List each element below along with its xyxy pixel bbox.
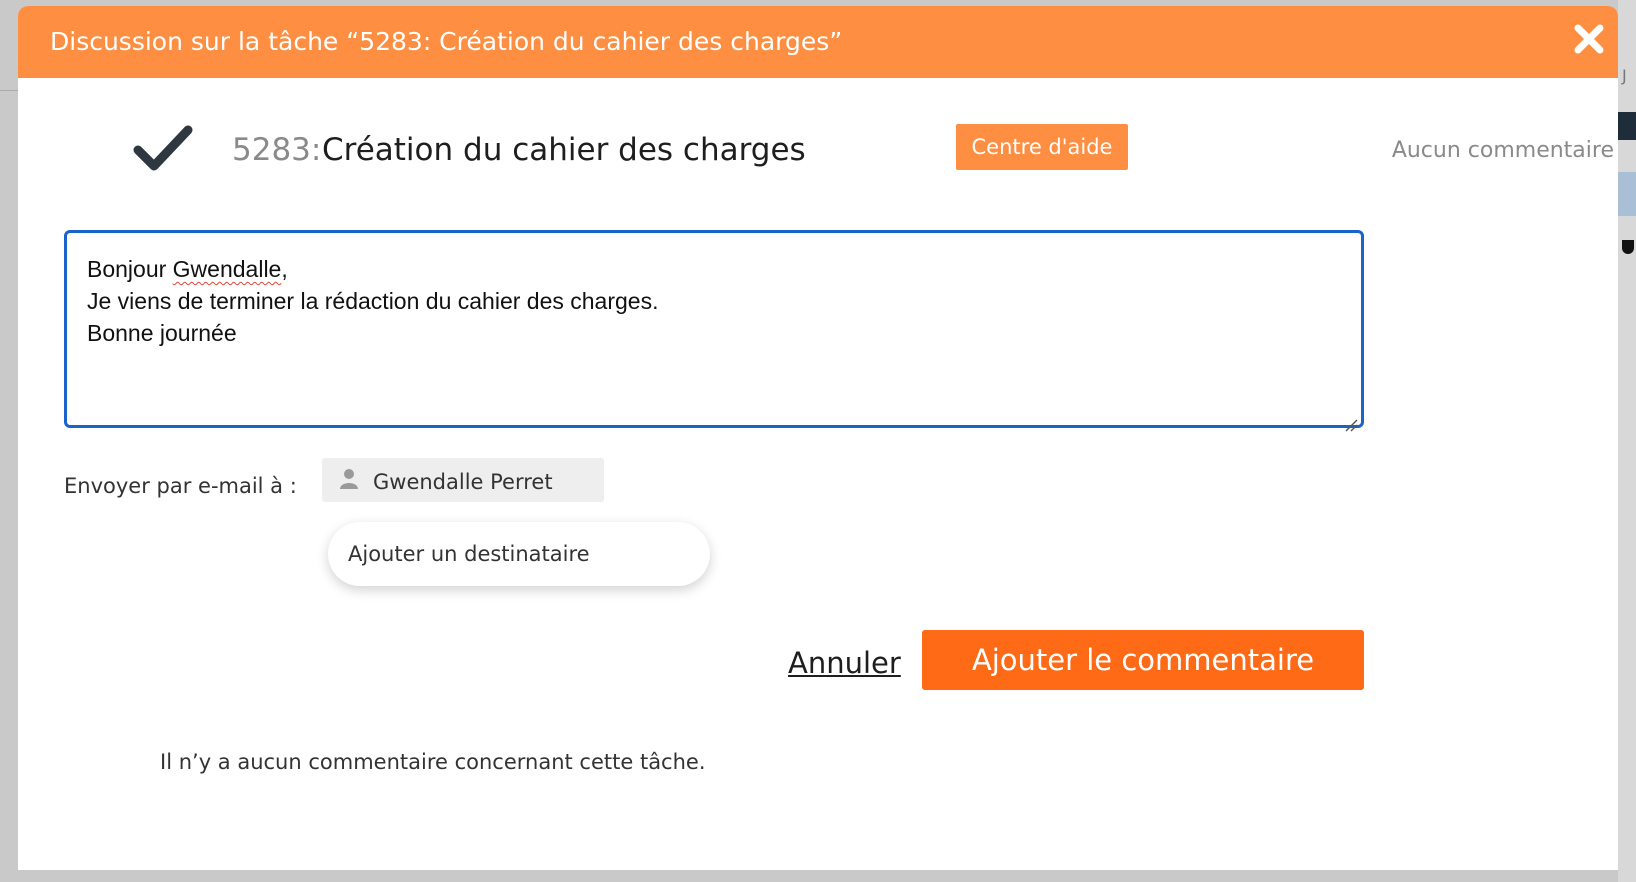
add-recipient-input[interactable]: Ajouter un destinataire bbox=[328, 522, 710, 586]
comment-greeting-prefix: Bonjour bbox=[87, 256, 173, 282]
background-app: J bbox=[1618, 0, 1636, 882]
background-divider bbox=[0, 90, 18, 91]
add-comment-button[interactable]: Ajouter le commentaire bbox=[922, 630, 1364, 690]
background-bar bbox=[1618, 112, 1636, 140]
task-discussion-modal: Discussion sur la tâche “5283: Création … bbox=[18, 6, 1618, 870]
empty-comments-message: Il n’y a aucun commentaire concernant ce… bbox=[160, 750, 706, 774]
recipient-chip[interactable]: Gwendalle Perret bbox=[322, 458, 604, 502]
close-icon[interactable] bbox=[1572, 22, 1606, 56]
comment-line: Bonne journée bbox=[87, 320, 237, 346]
comment-textarea[interactable]: Bonjour Gwendalle, Je viens de terminer … bbox=[64, 230, 1364, 432]
resize-handle-icon[interactable] bbox=[1344, 408, 1358, 432]
comment-line: Je viens de terminer la rédaction du cah… bbox=[87, 288, 659, 314]
misspelled-word: Gwendalle bbox=[172, 256, 282, 282]
checkmark-icon bbox=[132, 122, 194, 176]
help-center-button[interactable]: Centre d'aide bbox=[956, 124, 1128, 170]
add-recipient-label: Ajouter un destinataire bbox=[348, 542, 590, 566]
modal-title: Discussion sur la tâche “5283: Création … bbox=[50, 27, 843, 56]
background-letter: J bbox=[1622, 66, 1627, 85]
background-shape bbox=[1622, 240, 1634, 254]
user-icon bbox=[338, 468, 360, 490]
modal-header: Discussion sur la tâche “5283: Création … bbox=[18, 6, 1618, 78]
recipient-name: Gwendalle Perret bbox=[373, 470, 553, 494]
background-bar bbox=[1618, 172, 1636, 216]
comment-count: Aucun commentaire bbox=[1391, 138, 1614, 163]
task-number: 5283: bbox=[232, 132, 322, 168]
comment-line: Bonjour Gwendalle, bbox=[87, 253, 1341, 285]
email-label: Envoyer par e-mail à : bbox=[64, 474, 297, 498]
task-name: Création du cahier des charges bbox=[322, 132, 806, 168]
cancel-link[interactable]: Annuler bbox=[788, 646, 901, 680]
comment-greeting-suffix: , bbox=[281, 256, 288, 282]
